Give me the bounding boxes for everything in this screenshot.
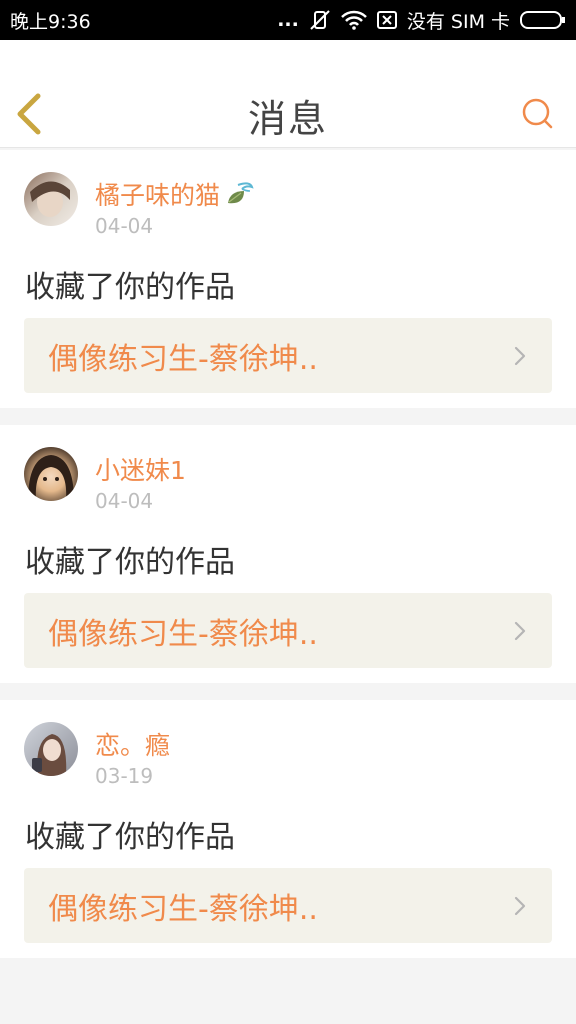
search-button[interactable] [520,96,554,130]
action-text: 收藏了你的作品 [25,820,235,855]
message-card: 小迷妹1 04-04 收藏了你的作品 偶像练习生-蔡徐坤.. [0,425,576,683]
no-sim-icon [376,11,397,29]
chevron-right-icon [514,346,526,365]
avatar[interactable] [24,722,78,776]
work-title: 偶像练习生-蔡徐坤.. [48,891,318,927]
status-bar: 晚上9:36 ... 没有 SIM 卡 [0,0,576,40]
wifi-icon [340,10,367,30]
action-text: 收藏了你的作品 [25,545,235,580]
username[interactable]: 恋。瘾 [95,726,170,762]
leaf-badge-icon [224,179,254,215]
avatar[interactable] [24,172,78,226]
carrier-text: 没有 SIM 卡 [406,10,510,33]
page-title: 消息 [247,97,328,141]
chevron-right-icon [514,896,526,915]
avatar[interactable] [24,447,78,501]
action-text: 收藏了你的作品 [25,270,235,305]
vibrate-off-icon [309,9,331,31]
work-link[interactable]: 偶像练习生-蔡徐坤.. [24,318,552,393]
username[interactable]: 橘子味的猫 [95,176,254,215]
more-dots-icon: ... [277,9,299,31]
message-date: 04-04 [95,214,154,238]
work-link[interactable]: 偶像练习生-蔡徐坤.. [24,868,552,943]
message-card: 橘子味的猫 04-04 收藏了你的作品 偶像练习生-蔡徐坤.. [0,150,576,408]
chevron-right-icon [514,621,526,640]
work-link[interactable]: 偶像练习生-蔡徐坤.. [24,593,552,668]
search-icon [522,98,553,129]
status-icons: ... 没有 SIM 卡 [277,7,566,34]
work-title: 偶像练习生-蔡徐坤.. [48,616,318,652]
message-date: 03-19 [95,764,154,788]
message-date: 04-04 [95,489,154,513]
status-time: 晚上9:36 [10,10,91,33]
username[interactable]: 小迷妹1 [95,451,186,487]
battery-icon [520,10,566,30]
top-nav-bar: 消息 [0,40,576,148]
work-title: 偶像练习生-蔡徐坤.. [48,341,318,377]
message-card: 恋。瘾 03-19 收藏了你的作品 偶像练习生-蔡徐坤.. [0,700,576,958]
